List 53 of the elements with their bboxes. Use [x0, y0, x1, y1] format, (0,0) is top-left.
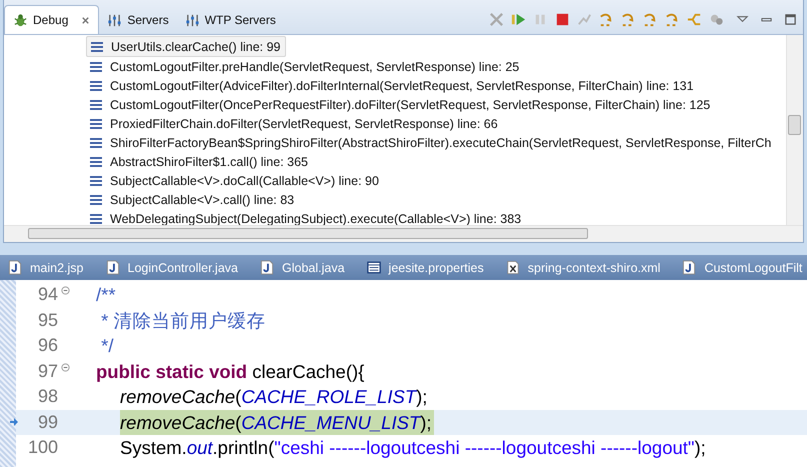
stack-frame-item[interactable]: SubjectCallable<V>.call() line: 83 — [86, 190, 298, 209]
vertical-scrollbar[interactable] — [786, 35, 803, 225]
sliders-icon — [184, 12, 200, 28]
stack-frame-icon — [90, 156, 102, 166]
code-line: */ — [100, 334, 114, 358]
stack-frame-icon — [90, 176, 102, 186]
java-file-icon — [260, 260, 274, 275]
stack-frame-icon — [90, 194, 102, 204]
sliders-icon — [107, 12, 122, 28]
stack-frame-item[interactable]: CustomLogoutFilter(AdviceFilter).doFilterInternal(ServletRequest, ServletResponse, FilterChain) line: 131 — [86, 76, 698, 95]
stack-frame-item[interactable]: AbstractShiroFilter$1.call() line: 365 — [86, 152, 312, 171]
stack-frame-item[interactable]: UserUtils.clearCache() line: 99 — [86, 36, 286, 57]
stack-frame-icon — [90, 118, 102, 128]
stack-frame-icon — [90, 80, 102, 90]
line-number: 95 — [36, 310, 58, 331]
line-number: 100 — [26, 437, 58, 458]
code-line: removeCache(CACHE_ROLE_LIST); — [120, 385, 428, 409]
line-number: 98 — [36, 386, 58, 408]
view-tab[interactable]: WTP Servers — [176, 6, 284, 34]
java-file-icon — [106, 260, 120, 275]
java-file-icon — [682, 260, 696, 275]
instruction-pointer-icon — [10, 418, 18, 426]
stack-frame-icon — [90, 214, 102, 224]
line-number: 96 — [36, 335, 58, 356]
stack-frame-icon — [91, 42, 103, 52]
table-file-icon — [366, 260, 381, 275]
stack-frame-icon — [90, 100, 102, 110]
view-tab[interactable]: Servers — [99, 6, 177, 34]
stack-frame-item[interactable]: CustomLogoutFilter(OncePerRequestFilter).doFilter(ServletRequest, ServletResponse, FilterChain) line: 125 — [86, 95, 714, 114]
line-number: 94 — [36, 284, 58, 306]
stack-frame-item[interactable]: ProxiedFilterChain.doFilter(ServletRequest, ServletResponse) line: 66 — [86, 114, 502, 133]
stack-frame-item[interactable]: ShiroFilterFactoryBean$SpringShiroFilter(AbstractShiroFilter).executeChain(ServletRequest, ServletResponse, FilterCh — [86, 133, 776, 152]
code-line: System.out.println("ceshi ------logoutceshi ------logoutceshi ------logout"); — [120, 436, 706, 460]
code-line: * 清除当前用户缓存 — [100, 308, 266, 332]
line-number: 97 — [36, 360, 58, 382]
fold-icon[interactable] — [60, 286, 70, 296]
stack-frame-icon — [90, 62, 102, 72]
fold-icon[interactable] — [60, 362, 70, 372]
stack-frame-item[interactable]: WebDelegatingSubject(DelegatingSubject).execute(Callable<V>) line: 383 — [86, 209, 526, 225]
code-line: /** — [96, 283, 116, 307]
stack-frame-icon — [90, 138, 102, 148]
horizontal-scrollbar[interactable] — [4, 225, 803, 242]
java-file-icon — [8, 260, 22, 275]
line-number: 99 — [36, 412, 58, 433]
stack-frame-item[interactable]: SubjectCallable<V>.doCall(Callable<V>) line: 90 — [86, 171, 383, 190]
xml-file-icon — [506, 260, 520, 275]
maximize-icon[interactable] — [784, 12, 797, 26]
code-line: public static void clearCache(){ — [96, 360, 364, 384]
stack-frame-item[interactable]: CustomLogoutFilter.preHandle(ServletRequest, ServletResponse) line: 25 — [86, 57, 524, 76]
bug-icon — [13, 12, 28, 28]
close-icon[interactable] — [81, 16, 90, 24]
view-tab[interactable]: Debug — [4, 5, 100, 34]
skip-icon[interactable] — [488, 10, 505, 28]
